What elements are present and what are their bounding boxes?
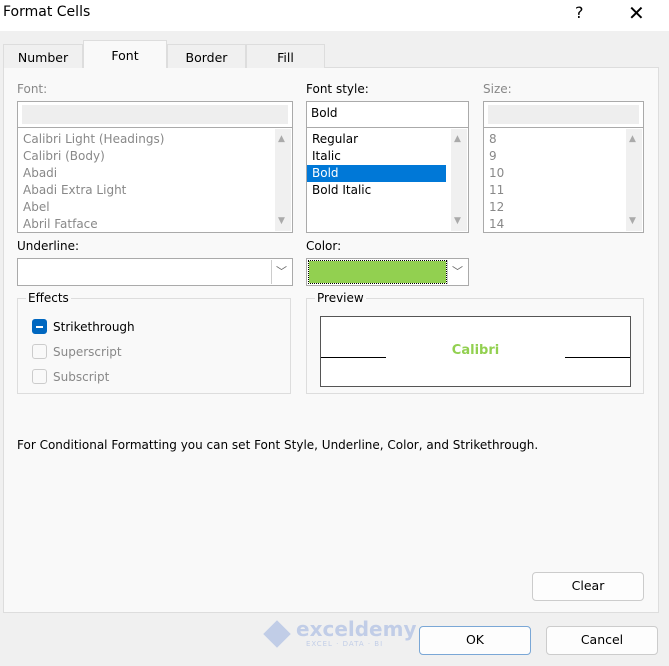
effects-group: Effects Strikethrough Superscript Subscr… — [17, 291, 291, 394]
tab-border[interactable]: Border — [167, 44, 246, 68]
chevron-down-icon[interactable]: ﹀ — [271, 260, 291, 284]
list-item[interactable]: Italic — [307, 148, 468, 165]
color-dropdown[interactable]: ﹀ — [306, 258, 469, 286]
size-list[interactable]: 8 9 10 11 12 14 ▲ ▼ — [483, 127, 644, 233]
scroll-down-icon[interactable]: ▼ — [454, 216, 461, 226]
list-item[interactable]: 11 — [484, 182, 643, 199]
scroll-up-icon[interactable]: ▲ — [278, 134, 285, 144]
font-label: Font: — [17, 82, 48, 96]
font-style-list[interactable]: Regular Italic Bold Bold Italic ▲ ▼ — [306, 127, 469, 233]
title-bar — [0, 0, 669, 31]
underline-label: Underline: — [17, 239, 80, 253]
conditional-formatting-note: For Conditional Formatting you can set F… — [17, 438, 539, 452]
font-style-input[interactable]: Bold — [306, 101, 469, 128]
font-style-label: Font style: — [306, 82, 369, 96]
preview-label: Preview — [315, 291, 366, 305]
underline-dropdown[interactable]: ﹀ — [17, 258, 293, 286]
list-item[interactable]: Regular — [307, 131, 468, 148]
tab-font[interactable]: Font — [83, 40, 167, 68]
list-item[interactable]: Abadi Extra Light — [18, 182, 292, 199]
clear-button[interactable]: Clear — [532, 572, 644, 601]
list-item[interactable]: Abel — [18, 199, 292, 216]
scroll-up-icon[interactable]: ▲ — [629, 134, 636, 144]
list-item[interactable]: Calibri (Body) — [18, 148, 292, 165]
list-item[interactable]: 9 — [484, 148, 643, 165]
preview-group: Preview Calibri — [306, 291, 644, 394]
list-item[interactable]: 12 — [484, 199, 643, 216]
scroll-down-icon[interactable]: ▼ — [278, 216, 285, 226]
strikethrough-checkbox[interactable] — [32, 319, 47, 334]
exceldemy-watermark: exceldemy EXCEL · DATA · BI — [262, 617, 417, 651]
logo-icon — [263, 620, 291, 648]
scrollbar[interactable]: ▲ ▼ — [451, 129, 467, 231]
list-item[interactable]: Abril Fatface — [18, 216, 292, 233]
preview-box: Calibri — [320, 316, 631, 387]
ok-button[interactable]: OK — [419, 626, 531, 655]
effects-label: Effects — [26, 291, 71, 305]
superscript-checkbox[interactable] — [32, 344, 47, 359]
tab-fill[interactable]: Fill — [246, 44, 325, 68]
font-list[interactable]: Calibri Light (Headings) Calibri (Body) … — [17, 127, 293, 233]
subscript-label[interactable]: Subscript — [53, 370, 109, 384]
chevron-down-icon[interactable]: ﹀ — [447, 260, 467, 284]
color-label: Color: — [306, 239, 342, 253]
color-swatch — [308, 260, 447, 284]
scrollbar[interactable]: ▲ ▼ — [275, 129, 291, 231]
scrollbar[interactable]: ▲ ▼ — [626, 129, 642, 231]
close-button[interactable]: ✕ — [628, 1, 645, 25]
list-item-selected[interactable]: Bold — [307, 165, 446, 182]
cancel-button[interactable]: Cancel — [546, 626, 658, 655]
list-item[interactable]: 14 — [484, 216, 643, 233]
strikethrough-label[interactable]: Strikethrough — [53, 320, 135, 334]
size-input[interactable] — [483, 101, 644, 128]
list-item[interactable]: Calibri Light (Headings) — [18, 131, 292, 148]
list-item[interactable]: Bold Italic — [307, 182, 468, 199]
list-item[interactable]: 10 — [484, 165, 643, 182]
superscript-label[interactable]: Superscript — [53, 345, 122, 359]
preview-sample: Calibri — [451, 343, 500, 358]
help-button[interactable]: ? — [575, 3, 584, 22]
dialog-title: Format Cells — [3, 4, 91, 20]
size-label: Size: — [483, 82, 512, 96]
scroll-up-icon[interactable]: ▲ — [454, 134, 461, 144]
list-item[interactable]: 8 — [484, 131, 643, 148]
scroll-down-icon[interactable]: ▼ — [629, 216, 636, 226]
subscript-checkbox[interactable] — [32, 369, 47, 384]
list-item[interactable]: Abadi — [18, 165, 292, 182]
font-input[interactable] — [17, 101, 293, 128]
tab-number[interactable]: Number — [3, 44, 83, 68]
